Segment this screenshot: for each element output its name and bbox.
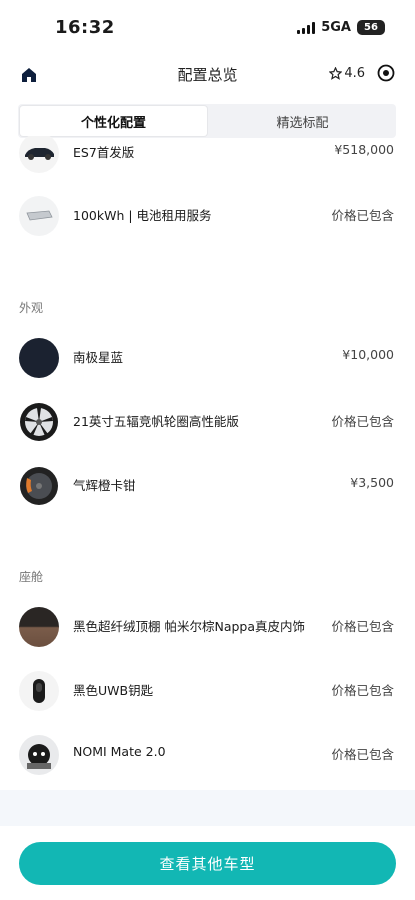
battery-pack-thumbnail [19, 196, 59, 236]
paint-swatch [19, 338, 59, 378]
key-thumbnail [19, 671, 59, 711]
wheel-thumbnail [19, 402, 59, 442]
status-time: 16:32 [55, 17, 115, 38]
item-name: 南极星蓝 [73, 350, 124, 365]
battery-icon: 56 [357, 20, 385, 35]
tab-standard-config[interactable]: 精选标配 [209, 104, 396, 138]
item-price: 价格已包含 [331, 619, 394, 634]
item-name: 21英寸五辐竞帆轮圈高性能版 [73, 414, 239, 429]
star-icon [329, 67, 343, 80]
bottom-fade [0, 790, 415, 826]
item-price: 价格已包含 [331, 414, 394, 429]
section-title-cabin: 座舱 [19, 570, 44, 584]
item-name: ES7首发版 [73, 145, 135, 160]
tab-personalized-config[interactable]: 个性化配置 [20, 106, 207, 136]
item-price: 价格已包含 [331, 683, 394, 698]
item-price: 价格已包含 [331, 208, 394, 223]
signal-icon [297, 21, 316, 34]
rating-value: 4.6 [344, 66, 365, 81]
item-name: 黑色UWB钥匙 [73, 683, 154, 698]
list-item[interactable]: 南极星蓝 ¥10,000 [0, 333, 415, 383]
target-icon[interactable] [377, 64, 395, 82]
config-list: ES7首发版 ¥518,000 100kWh | 电池租用服务 价格已包含 外观… [0, 136, 415, 826]
item-name: 黑色超纤绒顶棚 帕米尔棕Nappa真皮内饰 [73, 619, 306, 634]
list-item[interactable]: 气辉橙卡钳 ¥3,500 [0, 461, 415, 511]
status-indicators: 5GA 56 [297, 20, 385, 35]
list-item[interactable]: ES7首发版 ¥518,000 [0, 136, 415, 178]
network-label: 5GA [321, 20, 351, 35]
list-item[interactable]: 21英寸五辐竞帆轮圈高性能版 价格已包含 [0, 397, 415, 447]
config-tabs: 个性化配置 精选标配 [18, 104, 396, 138]
nav-bar: 配置总览 4.6 [0, 52, 415, 96]
section-title-exterior: 外观 [19, 301, 44, 315]
item-name: NOMI Mate 2.0 [73, 744, 166, 759]
list-item[interactable]: NOMI Mate 2.0 价格已包含 [0, 730, 415, 780]
list-item[interactable]: 黑色超纤绒顶棚 帕米尔棕Nappa真皮内饰 价格已包含 [0, 602, 415, 652]
item-price: ¥10,000 [342, 347, 394, 362]
caliper-thumbnail [19, 466, 59, 506]
item-price: ¥3,500 [350, 475, 394, 490]
rating-button[interactable]: 4.6 [329, 66, 365, 81]
list-item[interactable]: 100kWh | 电池租用服务 价格已包含 [0, 191, 415, 241]
status-bar: 16:32 5GA 56 [0, 0, 415, 52]
cta-bar: 查看其他车型 [0, 826, 415, 900]
list-item[interactable]: 黑色UWB钥匙 价格已包含 [0, 666, 415, 716]
item-name: 100kWh | 电池租用服务 [73, 208, 212, 223]
interior-swatch [19, 607, 59, 647]
item-price: ¥518,000 [334, 142, 394, 157]
item-price: 价格已包含 [331, 747, 394, 762]
nomi-thumbnail [19, 735, 59, 775]
item-name: 气辉橙卡钳 [73, 478, 136, 493]
car-thumbnail [19, 136, 59, 173]
view-other-models-button[interactable]: 查看其他车型 [19, 842, 396, 885]
